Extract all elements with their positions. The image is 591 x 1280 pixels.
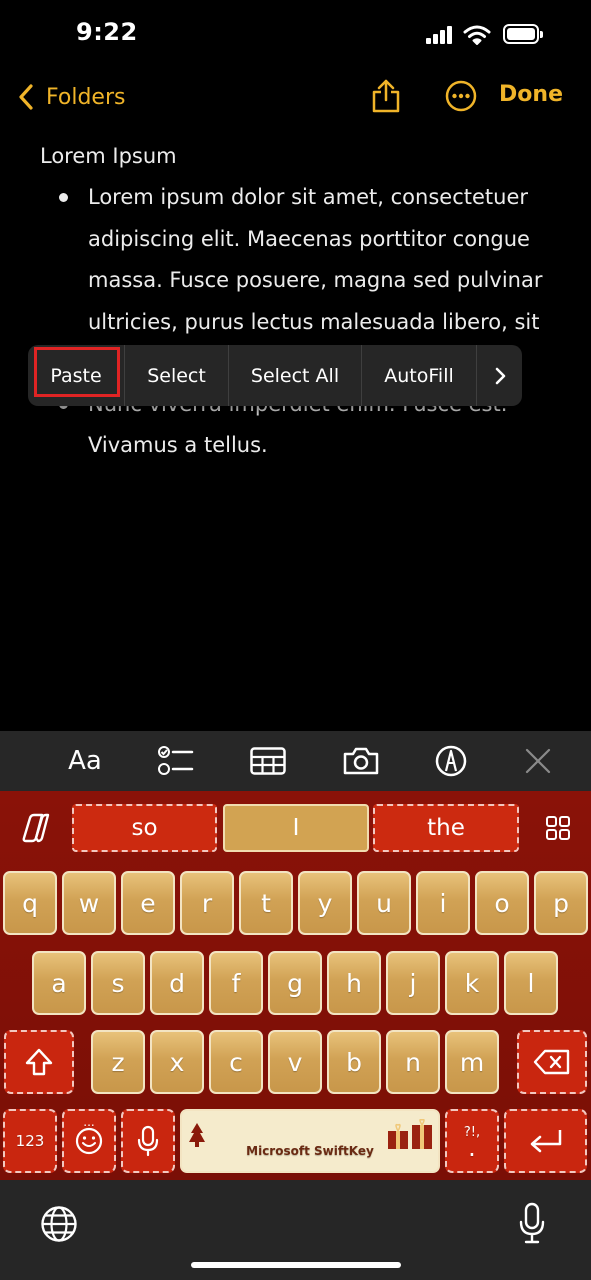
key-i[interactable]: i bbox=[416, 871, 470, 935]
key-a[interactable]: a bbox=[32, 951, 86, 1015]
camera-icon bbox=[343, 747, 379, 775]
toolbar-grid-button[interactable] bbox=[545, 815, 571, 841]
key-t[interactable]: t bbox=[239, 871, 293, 935]
more-options-button[interactable] bbox=[477, 345, 522, 406]
shift-icon bbox=[25, 1048, 53, 1076]
checklist-icon bbox=[158, 746, 194, 775]
key-x[interactable]: x bbox=[150, 1030, 204, 1094]
space-bar[interactable]: Microsoft SwiftKey bbox=[180, 1109, 440, 1173]
copilot-icon bbox=[22, 813, 50, 843]
key-u[interactable]: u bbox=[357, 871, 411, 935]
christmas-tree-icon bbox=[189, 1123, 205, 1147]
autofill-menu-item[interactable]: AutoFill bbox=[362, 345, 477, 406]
key-s[interactable]: s bbox=[91, 951, 145, 1015]
numbers-key[interactable]: 123 bbox=[3, 1109, 57, 1173]
chevron-left-icon bbox=[19, 84, 33, 110]
microphone-icon bbox=[137, 1125, 159, 1157]
close-icon bbox=[525, 748, 551, 774]
suggestion-2[interactable]: I bbox=[223, 804, 369, 852]
backspace-icon bbox=[533, 1049, 570, 1075]
key-d[interactable]: d bbox=[150, 951, 204, 1015]
globe-icon[interactable] bbox=[40, 1205, 78, 1243]
key-r[interactable]: r bbox=[180, 871, 234, 935]
more-icon[interactable] bbox=[445, 80, 477, 112]
emoji-dots: ... bbox=[83, 1115, 95, 1129]
note-bullet-2-line-2[interactable]: Vivamus a tellus. bbox=[88, 425, 558, 467]
key-h[interactable]: h bbox=[327, 951, 381, 1015]
punctuation-key[interactable]: ?!, . bbox=[445, 1109, 499, 1173]
key-f[interactable]: f bbox=[209, 951, 263, 1015]
key-b[interactable]: b bbox=[327, 1030, 381, 1094]
markup-icon bbox=[435, 745, 467, 777]
key-w[interactable]: w bbox=[62, 871, 116, 935]
format-toolbar: Aa bbox=[0, 731, 591, 791]
key-e[interactable]: e bbox=[121, 871, 175, 935]
share-icon[interactable] bbox=[370, 78, 402, 114]
period-label: . bbox=[468, 1134, 476, 1162]
key-l[interactable]: l bbox=[504, 951, 558, 1015]
note-bullet-1[interactable]: Lorem ipsum dolor sit amet, consectetuer… bbox=[88, 177, 558, 343]
key-g[interactable]: g bbox=[268, 951, 322, 1015]
shift-key[interactable] bbox=[4, 1030, 74, 1094]
key-k[interactable]: k bbox=[445, 951, 499, 1015]
back-label: Folders bbox=[46, 84, 126, 110]
note-title[interactable]: Lorem Ipsum bbox=[40, 136, 177, 177]
key-n[interactable]: n bbox=[386, 1030, 440, 1094]
suggestion-3[interactable]: the bbox=[373, 804, 519, 852]
key-v[interactable]: v bbox=[268, 1030, 322, 1094]
battery-icon bbox=[503, 24, 543, 44]
return-key[interactable] bbox=[504, 1109, 587, 1173]
chevron-right-icon bbox=[495, 367, 505, 384]
select-menu-item[interactable]: Select bbox=[125, 345, 229, 406]
table-button[interactable] bbox=[238, 731, 298, 791]
key-c[interactable]: c bbox=[209, 1030, 263, 1094]
key-o[interactable]: o bbox=[475, 871, 529, 935]
table-icon bbox=[250, 747, 286, 775]
suggestion-1[interactable]: so bbox=[72, 804, 217, 852]
markup-button[interactable] bbox=[421, 731, 481, 791]
checklist-button[interactable] bbox=[146, 731, 206, 791]
select-all-menu-item[interactable]: Select All bbox=[229, 345, 362, 406]
backspace-key[interactable] bbox=[517, 1030, 587, 1094]
key-q[interactable]: q bbox=[3, 871, 57, 935]
close-toolbar-button[interactable] bbox=[508, 731, 568, 791]
paste-highlight-box bbox=[34, 347, 120, 397]
camera-button[interactable] bbox=[331, 731, 391, 791]
status-time: 9:22 bbox=[76, 18, 138, 46]
grid-icon bbox=[546, 816, 570, 840]
home-indicator bbox=[191, 1262, 401, 1268]
key-p[interactable]: p bbox=[534, 871, 588, 935]
return-icon bbox=[530, 1130, 561, 1153]
cellular-signal-icon bbox=[426, 26, 454, 44]
emoji-key[interactable]: ... bbox=[62, 1109, 116, 1173]
wifi-icon bbox=[463, 25, 491, 45]
key-j[interactable]: j bbox=[386, 951, 440, 1015]
key-z[interactable]: z bbox=[91, 1030, 145, 1094]
key-m[interactable]: m bbox=[445, 1030, 499, 1094]
back-button[interactable]: Folders bbox=[16, 80, 125, 114]
copilot-button[interactable] bbox=[16, 808, 56, 848]
space-bar-label: Microsoft SwiftKey bbox=[246, 1144, 374, 1158]
text-style-button[interactable]: Aa bbox=[55, 731, 115, 791]
microphone-icon[interactable] bbox=[518, 1202, 546, 1244]
emoji-icon bbox=[75, 1127, 103, 1155]
gift-icon bbox=[388, 1119, 432, 1149]
key-y[interactable]: y bbox=[298, 871, 352, 935]
dictation-key[interactable] bbox=[121, 1109, 175, 1173]
done-button[interactable]: Done bbox=[499, 82, 563, 107]
bullet-dot bbox=[59, 193, 68, 202]
